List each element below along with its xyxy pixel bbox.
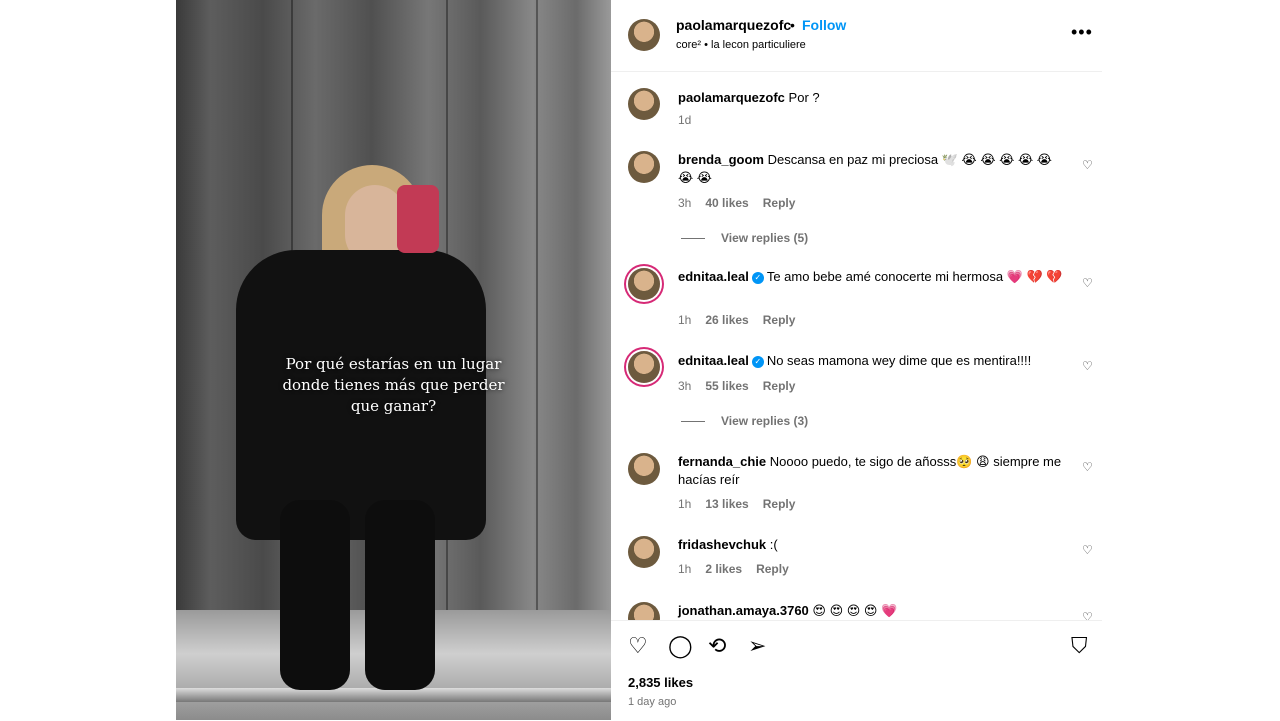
- verified-icon: ✓: [751, 355, 764, 368]
- comments-list[interactable]: paolamarquezofc Por ? 1d brenda_goom Des…: [611, 72, 1102, 620]
- avatar[interactable]: [628, 351, 660, 383]
- post-side-panel: paolamarquezofc • Follow core² • la leco…: [611, 0, 1102, 720]
- comment-icon[interactable]: ◯: [668, 633, 693, 659]
- post-header: paolamarquezofc • Follow core² • la leco…: [611, 0, 1102, 72]
- avatar[interactable]: [628, 453, 660, 485]
- follow-button[interactable]: Follow: [802, 17, 846, 33]
- comment-username[interactable]: fernanda_chie: [678, 454, 766, 469]
- comment-text: :(: [769, 537, 778, 552]
- post-actions: ♡ ◯ ⟲ ➢ ⛉ 2,835 likes 1 day ago: [611, 620, 1102, 721]
- avatar[interactable]: [628, 602, 660, 620]
- comment-likes[interactable]: 40 likes: [705, 196, 748, 210]
- like-icon[interactable]: ♡: [628, 633, 648, 659]
- audio-subtitle[interactable]: core² • la lecon particuliere: [676, 39, 806, 51]
- like-comment-icon[interactable]: ♡: [1082, 460, 1093, 474]
- comment-likes[interactable]: 2 likes: [705, 562, 742, 576]
- comment-username[interactable]: ednitaa.leal: [678, 353, 749, 368]
- like-comment-icon[interactable]: ♡: [1082, 158, 1093, 172]
- caption-text: Por ?: [788, 90, 820, 105]
- comment-time: 1h: [678, 497, 692, 511]
- comment-text: 😍 😍 😍 😍 💗: [812, 603, 898, 618]
- reply-button[interactable]: Reply: [763, 313, 796, 327]
- separator-dot: •: [790, 17, 795, 33]
- like-comment-icon[interactable]: ♡: [1082, 276, 1093, 290]
- comment-username[interactable]: jonathan.amaya.3760: [678, 603, 809, 618]
- comment-likes[interactable]: 26 likes: [705, 313, 748, 327]
- comment-time: 3h: [678, 379, 692, 393]
- view-replies-button[interactable]: View replies (5): [681, 231, 808, 245]
- comment-username[interactable]: ednitaa.leal: [678, 269, 749, 284]
- more-options-icon[interactable]: •••: [1071, 22, 1093, 43]
- reply-button[interactable]: Reply: [763, 379, 796, 393]
- post-time: 1 day ago: [628, 696, 677, 708]
- likes-count[interactable]: 2,835 likes: [628, 675, 693, 690]
- comment-text: No seas mamona wey dime que es mentira!!…: [766, 353, 1032, 368]
- avatar[interactable]: [628, 536, 660, 568]
- comment-username[interactable]: brenda_goom: [678, 152, 764, 167]
- overlay-line: donde tienes más que perder: [282, 376, 505, 394]
- photo-overlay-text: Por qué estarías en un lugar donde tiene…: [176, 354, 611, 417]
- comment-likes[interactable]: 55 likes: [705, 379, 748, 393]
- reply-button[interactable]: Reply: [756, 562, 789, 576]
- verified-icon: ✓: [751, 271, 764, 284]
- overlay-line: Por qué estarías en un lugar: [285, 355, 502, 373]
- share-icon[interactable]: ➢: [748, 633, 766, 659]
- reply-button[interactable]: Reply: [763, 497, 796, 511]
- comment-likes[interactable]: 13 likes: [705, 497, 748, 511]
- overlay-line: que ganar?: [350, 397, 437, 415]
- person-legs: [270, 500, 440, 690]
- comment-time: 3h: [678, 196, 692, 210]
- phone: [397, 185, 439, 253]
- caption-time: 1d: [678, 113, 692, 127]
- comment-time: 1h: [678, 313, 692, 327]
- view-replies-button[interactable]: View replies (3): [681, 414, 808, 428]
- repost-icon[interactable]: ⟲: [708, 633, 726, 659]
- caption-username[interactable]: paolamarquezofc: [678, 90, 785, 105]
- like-comment-icon[interactable]: ♡: [1082, 543, 1093, 557]
- avatar[interactable]: [628, 151, 660, 183]
- comment-time: 1h: [678, 562, 692, 576]
- avatar[interactable]: [628, 19, 660, 51]
- comment-username[interactable]: fridashevchuk: [678, 537, 766, 552]
- avatar[interactable]: [628, 268, 660, 300]
- elevator-rail: [176, 688, 611, 702]
- avatar[interactable]: [628, 88, 660, 120]
- comment-text: Te amo bebe amé conocerte mi hermosa 💗 💔…: [766, 269, 1063, 284]
- save-icon[interactable]: ⛉: [1071, 633, 1088, 659]
- reply-button[interactable]: Reply: [763, 196, 796, 210]
- header-username[interactable]: paolamarquezofc: [676, 17, 791, 33]
- like-comment-icon[interactable]: ♡: [1082, 359, 1093, 373]
- like-comment-icon[interactable]: ♡: [1082, 610, 1093, 620]
